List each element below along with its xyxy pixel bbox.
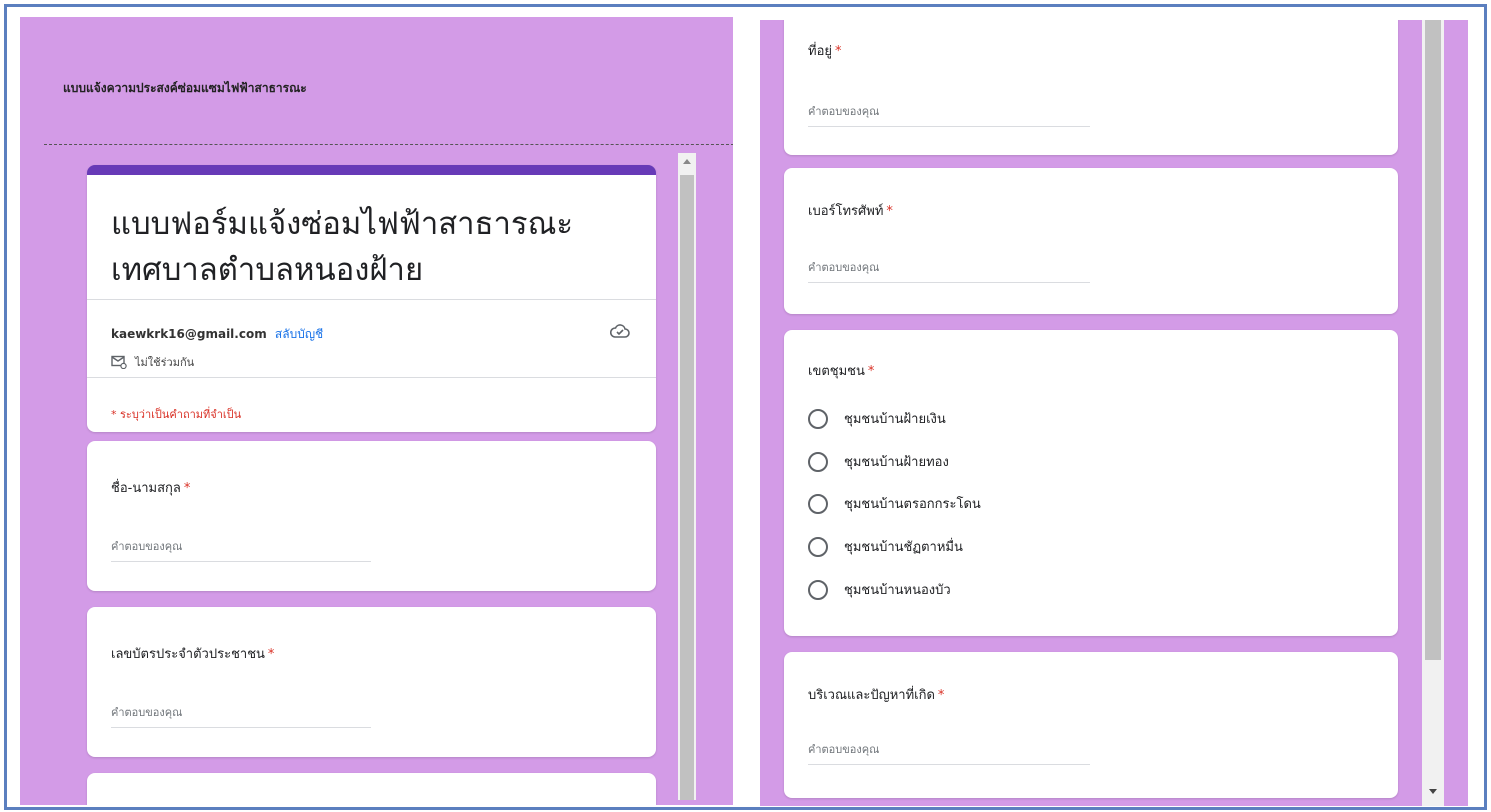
answer-input-problem[interactable]: คำตอบของคุณ (808, 740, 1090, 765)
question-text: เขตชุมชน (808, 364, 865, 379)
question-card-community: เขตชุมชน * ชุมชนบ้านฝ้ายเงิน ชุมชนบ้านฝ้า… (784, 330, 1398, 636)
question-label-address: ที่อยู่ * (808, 40, 842, 61)
required-note: * ระบุว่าเป็นคำถามที่จำเป็น (111, 408, 242, 421)
question-card-name: ชื่อ-นามสกุล * คำตอบของคุณ (87, 441, 656, 591)
question-text: ที่อยู่ (808, 44, 832, 59)
left-panel: แบบแจ้งความประสงค์ซ่อมแซมไฟฟ้าสาธารณะ แบ… (20, 17, 733, 805)
not-shared-text: ไม่ใช้ร่วมกัน (135, 356, 195, 369)
not-shared-row: ไม่ใช้ร่วมกัน (111, 353, 194, 371)
right-scrollbar[interactable] (1422, 20, 1444, 806)
radio-option[interactable]: ชุมชนบ้านชัฏตาหมื่น (808, 536, 963, 557)
radio-button[interactable] (808, 493, 828, 514)
question-label-community: เขตชุมชน * (808, 360, 874, 381)
dashed-divider (44, 144, 733, 145)
question-card-phone: เบอร์โทรศัพท์ * คำตอบของคุณ (784, 168, 1398, 314)
question-card-problem: บริเวณและปัญหาที่เกิด * คำตอบของคุณ (784, 652, 1398, 798)
page-heading: แบบแจ้งความประสงค์ซ่อมแซมไฟฟ้าสาธารณะ (63, 81, 307, 95)
answer-input-address[interactable]: คำตอบของคุณ (808, 102, 1090, 127)
radio-button[interactable] (808, 451, 828, 472)
scroll-down-arrow-icon[interactable] (1429, 789, 1437, 794)
right-panel: ที่อยู่ * คำตอบของคุณ เบอร์โทรศัพท์ * คำตอ… (760, 20, 1468, 806)
question-card-next (87, 773, 656, 805)
required-asterisk: * (937, 688, 945, 703)
question-text: ชื่อ-นามสกุล (111, 481, 181, 496)
radio-label: ชุมชนบ้านชัฏตาหมื่น (844, 540, 963, 555)
account-email: kaewkrk16@gmail.com (111, 327, 267, 341)
required-asterisk: * (886, 204, 893, 219)
radio-option[interactable]: ชุมชนบ้านตรอกกระโดน (808, 493, 981, 514)
radio-label: ชุมชนบ้านฝ้ายทอง (844, 455, 949, 470)
form-title-line2: เทศบาลตำบลหนองฝ้าย (111, 252, 424, 287)
cloud-saved-icon (610, 324, 630, 338)
title-divider (87, 299, 656, 300)
answer-input-phone[interactable]: คำตอบของคุณ (808, 258, 1090, 283)
question-label-name: ชื่อ-นามสกุล * (111, 477, 190, 498)
question-card-address: ที่อยู่ * คำตอบของคุณ (784, 20, 1398, 155)
left-scrollbar[interactable] (678, 153, 696, 800)
radio-option[interactable]: ชุมชนบ้านหนองบัว (808, 579, 951, 600)
form-title-line1: แบบฟอร์มแจ้งซ่อมไฟฟ้าสาธารณะ (111, 206, 573, 241)
mail-not-shared-icon (111, 355, 127, 369)
radio-option[interactable]: ชุมชนบ้านฝ้ายเงิน (808, 408, 946, 429)
account-line: kaewkrk16@gmail.com สลับบัญชี (111, 325, 323, 344)
radio-label: ชุมชนบ้านฝ้ายเงิน (844, 412, 946, 427)
answer-input-name[interactable]: คำตอบของคุณ (111, 537, 371, 562)
switch-account-link[interactable]: สลับบัญชี (275, 327, 323, 341)
radio-button[interactable] (808, 579, 828, 600)
radio-label: ชุมชนบ้านตรอกกระโดน (844, 497, 981, 512)
question-label-id: เลขบัตรประจำตัวประชาชน * (111, 643, 274, 664)
radio-label: ชุมชนบ้านหนองบัว (844, 583, 951, 598)
required-asterisk: * (267, 647, 275, 662)
question-text: เลขบัตรประจำตัวประชาชน (111, 647, 265, 662)
question-label-problem: บริเวณและปัญหาที่เกิด * (808, 684, 944, 705)
radio-option[interactable]: ชุมชนบ้านฝ้ายทอง (808, 451, 949, 472)
form-title-card: แบบฟอร์มแจ้งซ่อมไฟฟ้าสาธารณะ เทศบาลตำบลห… (87, 165, 656, 432)
question-text: บริเวณและปัญหาที่เกิด (808, 688, 935, 703)
required-asterisk: * (835, 44, 842, 59)
right-scrollbar-thumb[interactable] (1425, 20, 1441, 660)
form-scroll-area: แบบฟอร์มแจ้งซ่อมไฟฟ้าสาธารณะ เทศบาลตำบลห… (86, 159, 724, 805)
left-scrollbar-thumb[interactable] (680, 175, 694, 800)
answer-input-id[interactable]: คำตอบของคุณ (111, 703, 371, 728)
radio-button[interactable] (808, 408, 828, 429)
required-asterisk: * (867, 364, 875, 379)
required-asterisk: * (183, 481, 191, 496)
scroll-up-arrow-icon[interactable] (683, 159, 691, 164)
question-text: เบอร์โทรศัพท์ (808, 204, 884, 219)
form-title: แบบฟอร์มแจ้งซ่อมไฟฟ้าสาธารณะ เทศบาลตำบลห… (111, 201, 611, 293)
radio-button[interactable] (808, 536, 828, 557)
required-divider (87, 377, 656, 378)
question-card-id: เลขบัตรประจำตัวประชาชน * คำตอบของคุณ (87, 607, 656, 757)
question-label-phone: เบอร์โทรศัพท์ * (808, 200, 893, 221)
